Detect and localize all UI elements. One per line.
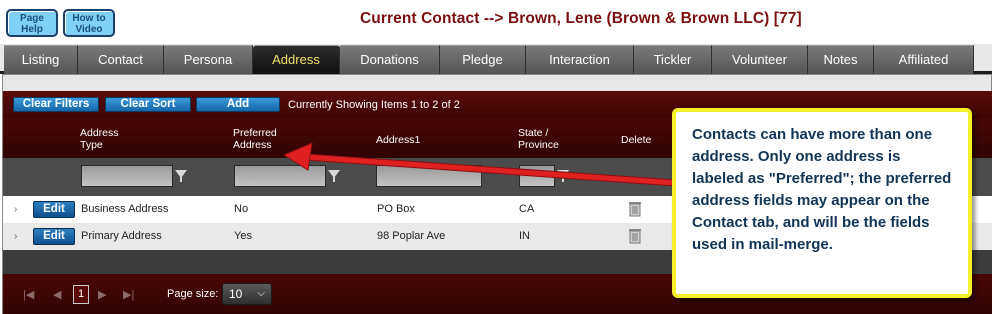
page-help-button[interactable]: Page Help (6, 9, 58, 37)
address1-filter-input[interactable] (376, 165, 482, 187)
cell-preferred: Yes (234, 230, 252, 242)
edit-button[interactable]: Edit (33, 201, 75, 218)
tab-persona[interactable]: Persona (164, 45, 253, 74)
column-state-line1: State / (518, 127, 549, 139)
cell-address1: PO Box (377, 203, 415, 215)
trash-icon[interactable] (628, 228, 642, 244)
tab-address[interactable]: Address (253, 45, 340, 74)
tab-listing[interactable]: Listing (4, 45, 78, 74)
page-size-value: 10 (229, 287, 243, 301)
tab-bar: Listing Contact Persona Address Donation… (0, 44, 992, 74)
cell-state: CA (519, 203, 535, 215)
state-filter-input[interactable] (519, 165, 555, 187)
expand-row-icon[interactable]: › (14, 231, 17, 242)
column-state-line2: Province (518, 139, 559, 151)
column-address-type[interactable]: Address Type (80, 127, 119, 151)
expand-row-icon[interactable]: › (14, 204, 17, 215)
page-size-label: Page size: (167, 288, 219, 300)
column-preferred-address[interactable]: Preferred Address (233, 127, 277, 151)
tab-tickler[interactable]: Tickler (634, 45, 712, 74)
page-help-label-1: Page (20, 13, 44, 24)
trash-icon[interactable] (628, 201, 642, 217)
tab-contact[interactable]: Contact (78, 45, 164, 74)
clear-filters-button[interactable]: Clear Filters (13, 97, 99, 112)
cell-address-type: Business Address (81, 203, 169, 215)
previous-page-icon[interactable]: ◀ (53, 288, 61, 301)
items-status: Currently Showing Items 1 to 2 of 2 (288, 99, 460, 111)
video-help-label-1: How to (72, 13, 106, 24)
column-state-province[interactable]: State / Province (518, 127, 559, 151)
tab-interaction[interactable]: Interaction (526, 45, 634, 74)
address-type-filter-input[interactable] (81, 165, 173, 187)
column-delete: Delete (621, 134, 652, 146)
tab-volunteer[interactable]: Volunteer (712, 45, 808, 74)
page-title: Current Contact --> Brown, Lene (Brown &… (360, 10, 802, 27)
add-address-button[interactable]: Add (196, 97, 280, 112)
cell-preferred: No (234, 203, 249, 215)
preferred-filter-input[interactable] (234, 165, 326, 187)
how-to-video-button[interactable]: How to Video (63, 9, 115, 37)
page-size-select[interactable]: 10 ⌵ (222, 283, 272, 305)
tab-notes[interactable]: Notes (808, 45, 874, 74)
tab-donations[interactable]: Donations (340, 45, 440, 74)
filter-icon[interactable] (328, 170, 340, 182)
column-address-type-line1: Address (80, 127, 119, 139)
page-number-1[interactable]: 1 (73, 285, 89, 304)
filter-icon[interactable] (557, 170, 569, 182)
column-preferred-line1: Preferred (233, 127, 277, 139)
first-page-icon[interactable]: |◀ (23, 288, 34, 301)
last-page-icon[interactable]: ▶| (123, 288, 134, 301)
page-help-label-2: Help (21, 24, 43, 35)
video-help-label-2: Video (75, 24, 103, 35)
column-address-type-line2: Type (80, 139, 103, 151)
cell-address1: 98 Poplar Ave (377, 230, 446, 242)
cell-address-type: Primary Address (81, 230, 162, 242)
clear-sort-button[interactable]: Clear Sort (105, 97, 191, 112)
cell-state: IN (519, 230, 530, 242)
chevron-down-icon: ⌵ (257, 288, 265, 299)
tab-affiliated[interactable]: Affiliated (874, 45, 974, 74)
tab-pledge[interactable]: Pledge (440, 45, 526, 74)
column-address1[interactable]: Address1 (376, 134, 420, 146)
column-preferred-line2: Address (233, 139, 272, 151)
filter-icon[interactable] (175, 170, 187, 182)
annotation-callout: Contacts can have more than one address.… (672, 108, 972, 298)
edit-button[interactable]: Edit (33, 228, 75, 245)
next-page-icon[interactable]: ▶ (98, 288, 106, 301)
